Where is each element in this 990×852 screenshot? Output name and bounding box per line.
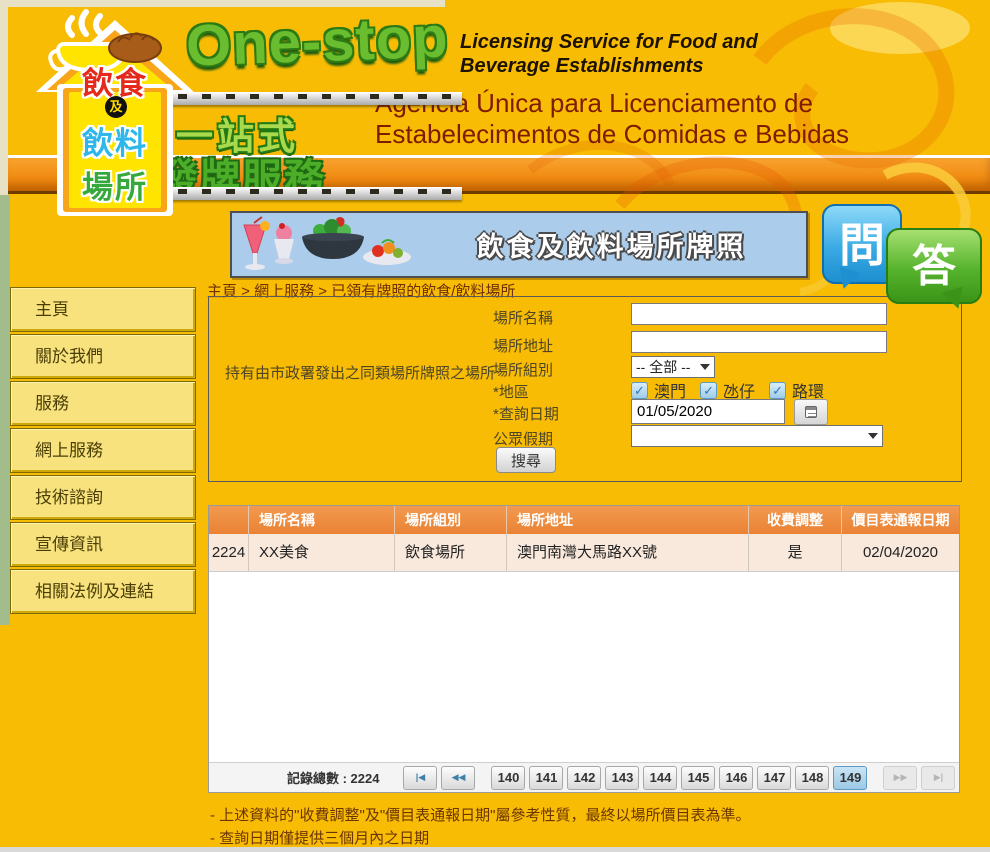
pagination-buttons: |◀ ◀◀ 140 141 142 143 144 145 146 147 14… — [401, 766, 957, 790]
filmstrip-bar-bottom — [150, 187, 462, 200]
page-button-145[interactable]: 145 — [681, 766, 715, 790]
name-label: 場所名稱 — [493, 307, 553, 328]
table-row[interactable]: 2224 XX美食 飲食場所 澳門南灣大馬路XX號 是 02/04/2020 — [209, 534, 959, 572]
district-coloane-checkbox[interactable]: ✓ — [769, 382, 786, 399]
cell-pricelist-date: 02/04/2020 — [842, 534, 959, 571]
search-panel: 持有由市政署發出之同類場所牌照之場所 場所名稱 場所地址 場所組別 -- 全部 … — [208, 296, 962, 482]
cell-address: 澳門南灣大馬路XX號 — [507, 534, 749, 571]
venue-group-select[interactable]: -- 全部 -- — [631, 356, 715, 378]
chevron-down-icon — [700, 364, 710, 370]
group-label: 場所組別 — [493, 359, 553, 380]
district-macau-checkbox[interactable]: ✓ — [631, 382, 648, 399]
footer-note-1: - 上述資料的"收費調整"及"價目表通報日期"屬參考性質，最終以場所價目表為準。 — [210, 804, 750, 827]
table-header-row: 場所名稱 場所組別 場所地址 收費調整 價目表通報日期 — [209, 506, 959, 534]
license-banner: 飲食及飲料場所牌照 — [230, 211, 808, 278]
col-header-name: 場所名稱 — [249, 506, 395, 534]
calendar-button[interactable] — [794, 399, 828, 425]
page-button-149-active[interactable]: 149 — [833, 766, 867, 790]
next-page-button[interactable]: ▶▶ — [883, 766, 917, 790]
page-button-148[interactable]: 148 — [795, 766, 829, 790]
sidebar-item-home[interactable]: 主頁 — [10, 287, 196, 332]
col-header-address: 場所地址 — [507, 506, 749, 534]
record-total-label: 記錄總數 : 2224 — [287, 768, 379, 787]
logo-text-and: 及 — [105, 96, 127, 118]
banner-title: 飲食及飲料場所牌照 — [417, 225, 806, 264]
sidebar-nav: 主頁 關於我們 服務 網上服務 技術諮詢 宣傳資訊 相關法例及連結 — [10, 287, 196, 616]
header-title-en: Licensing Service for Food and Beverage … — [460, 30, 758, 78]
chevron-down-icon — [868, 433, 878, 439]
sidebar-item-legislation[interactable]: 相關法例及連結 — [10, 569, 196, 614]
site-logo[interactable]: 飲食 及 飲料 場所 — [34, 4, 196, 218]
sidebar-item-online-services[interactable]: 網上服務 — [10, 428, 196, 473]
col-header-fee: 收費調整 — [749, 506, 842, 534]
cell-id: 2224 — [209, 534, 249, 571]
logo-text-premises: 場所 — [34, 162, 196, 207]
pagination-bar: 記錄總數 : 2224 |◀ ◀◀ 140 141 142 143 144 14… — [209, 762, 959, 792]
col-header-group: 場所組別 — [395, 506, 507, 534]
header-title-en-line1: Licensing Service for Food and — [460, 30, 758, 54]
filmstrip-bar-top — [150, 92, 462, 105]
filmstrip-banner: 一站式 發牌服務 — [150, 88, 462, 200]
answer-bubble-icon[interactable]: 答 — [886, 228, 982, 304]
district-taipa-checkbox[interactable]: ✓ — [700, 382, 717, 399]
page-left-strip — [0, 0, 8, 195]
logo-text-beverage: 飲料 — [34, 118, 196, 163]
date-label: *查詢日期 — [493, 403, 559, 424]
cell-group: 飲食場所 — [395, 534, 507, 571]
sidebar-item-promotion[interactable]: 宣傳資訊 — [10, 522, 196, 567]
search-button[interactable]: 搜尋 — [496, 447, 556, 473]
district-label: *地區 — [493, 381, 529, 402]
results-table: 場所名稱 場所組別 場所地址 收費調整 價目表通報日期 2224 XX美食 飲食… — [208, 505, 960, 793]
venue-address-input[interactable] — [631, 331, 887, 353]
page-button-140[interactable]: 140 — [491, 766, 525, 790]
page-button-144[interactable]: 144 — [643, 766, 677, 790]
page-bottom-strip — [0, 847, 990, 852]
page-button-142[interactable]: 142 — [567, 766, 601, 790]
sidebar-item-technical[interactable]: 技術諮詢 — [10, 475, 196, 520]
group-selected-value: -- 全部 -- — [636, 357, 696, 377]
address-label: 場所地址 — [493, 335, 553, 356]
page-button-141[interactable]: 141 — [529, 766, 563, 790]
page-button-143[interactable]: 143 — [605, 766, 639, 790]
header-title-en-line2: Beverage Establishments — [460, 54, 758, 78]
prev-page-button[interactable]: ◀◀ — [441, 766, 475, 790]
query-date-input[interactable] — [631, 399, 785, 424]
last-page-button[interactable]: ▶| — [921, 766, 955, 790]
first-page-button[interactable]: |◀ — [403, 766, 437, 790]
public-holiday-select[interactable] — [631, 425, 883, 447]
brand-onestop: One-stop — [185, 3, 450, 79]
table-empty-area — [209, 572, 959, 762]
panel-description: 持有由市政署發出之同類場所牌照之場所 — [225, 363, 525, 384]
footer-notes: - 上述資料的"收費調整"及"價目表通報日期"屬參考性質，最終以場所價目表為準。… — [210, 804, 750, 850]
food-illustration-icon — [232, 215, 417, 275]
col-header-pricelist-date: 價目表通報日期 — [842, 506, 959, 534]
qa-widget: 問 答 — [822, 204, 988, 308]
holiday-label: 公眾假期 — [493, 428, 553, 449]
col-header-id — [209, 506, 249, 534]
cell-fee-adjusted: 是 — [749, 534, 842, 571]
page-button-146[interactable]: 146 — [719, 766, 753, 790]
page-button-147[interactable]: 147 — [757, 766, 791, 790]
calendar-icon — [805, 406, 817, 418]
cell-name: XX美食 — [249, 534, 395, 571]
sidebar-item-services[interactable]: 服務 — [10, 381, 196, 426]
sidebar-green-strip — [0, 195, 10, 625]
sidebar-item-about[interactable]: 關於我們 — [10, 334, 196, 379]
